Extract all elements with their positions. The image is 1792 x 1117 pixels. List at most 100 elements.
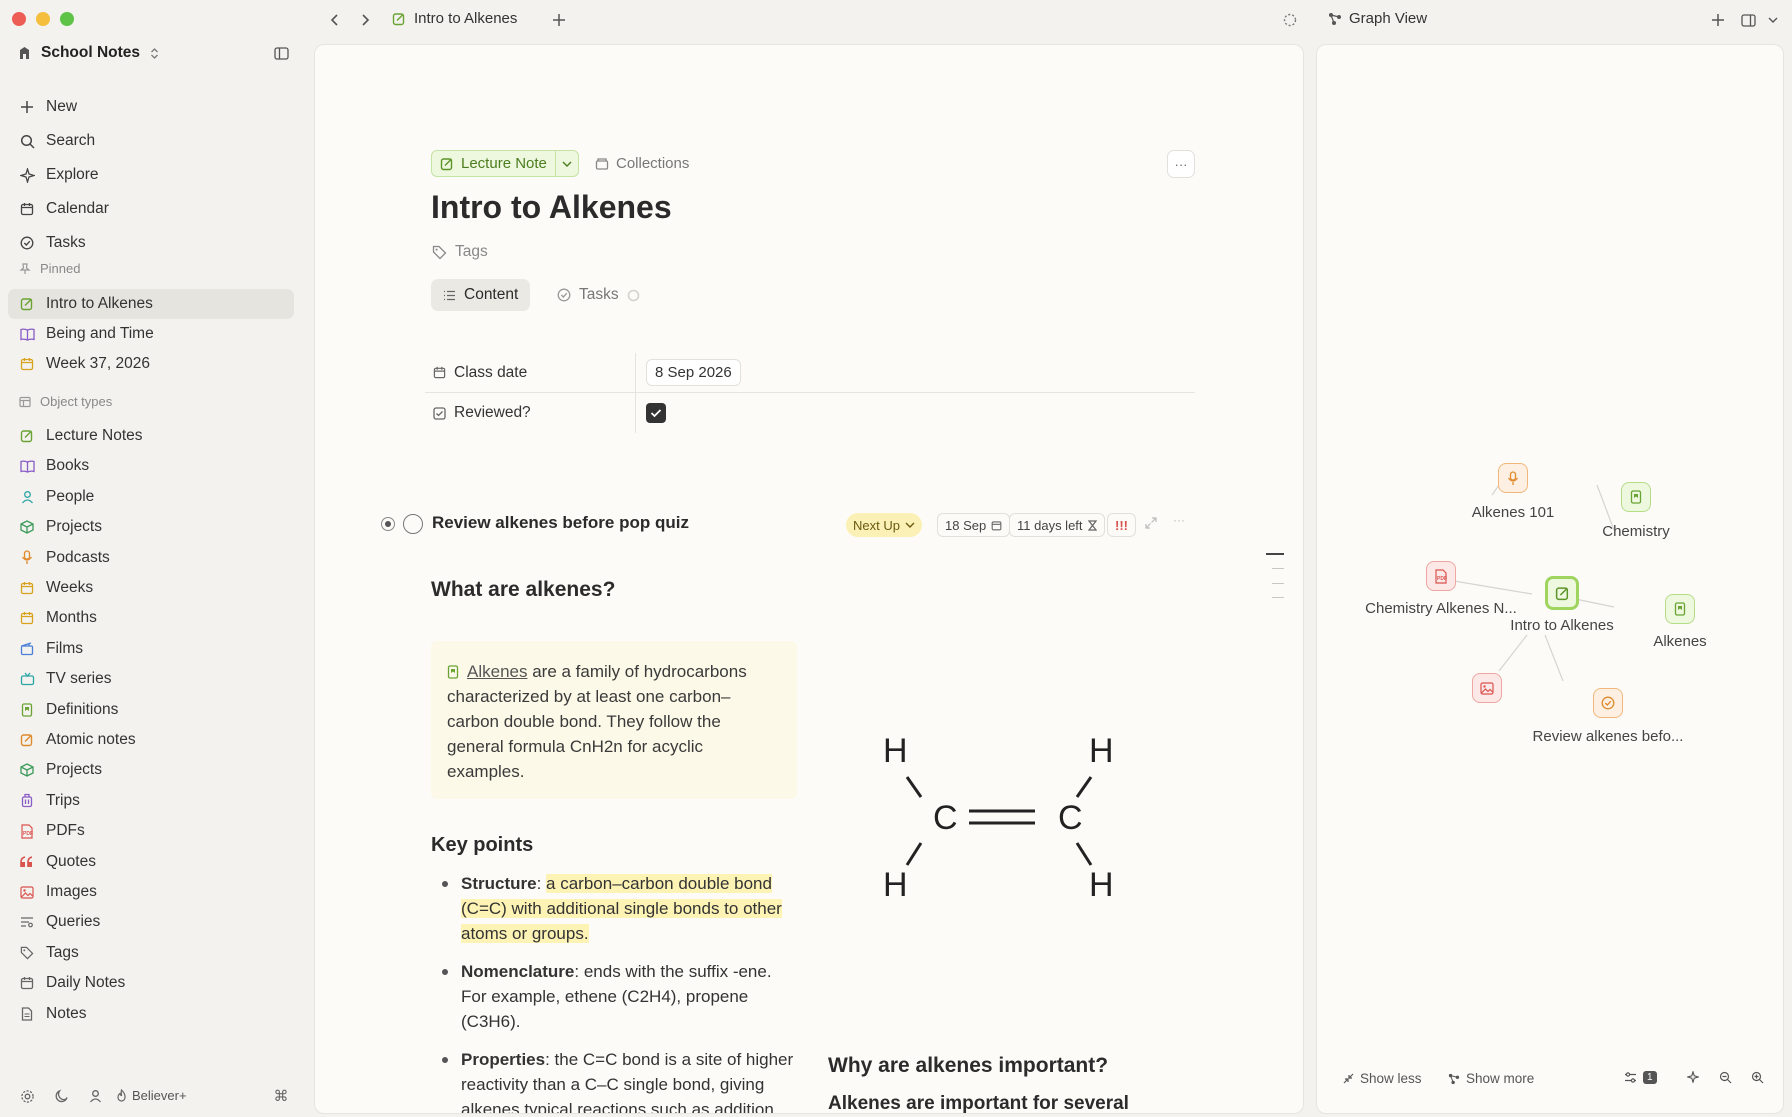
back-button[interactable] bbox=[324, 9, 346, 31]
graph-layout-button[interactable] bbox=[1687, 1071, 1699, 1083]
sidebar-type-tv-series[interactable]: TV series bbox=[8, 664, 294, 694]
account-button[interactable] bbox=[86, 1087, 104, 1105]
sidebar-pinned-being-and-time[interactable]: Being and Time bbox=[8, 319, 294, 349]
outline-marker[interactable] bbox=[1272, 597, 1284, 598]
property-class-date[interactable]: Class date 8 Sep 2026 bbox=[425, 353, 1195, 393]
forward-button[interactable] bbox=[354, 9, 376, 31]
dark-mode-button[interactable] bbox=[53, 1087, 71, 1105]
new-tab-button[interactable] bbox=[548, 9, 570, 31]
task-status-pill[interactable]: Next Up bbox=[846, 513, 922, 537]
graph-node-alkenes[interactable] bbox=[1665, 594, 1695, 624]
workspace-name: School Notes bbox=[41, 44, 141, 61]
type-dropdown-button[interactable] bbox=[556, 159, 578, 169]
task-priority-pill[interactable]: !!! bbox=[1107, 513, 1136, 537]
close-window-button[interactable] bbox=[12, 12, 26, 26]
sliders-icon bbox=[1625, 1072, 1636, 1083]
graph-node-review-task[interactable] bbox=[1593, 688, 1623, 718]
task-drag-handle[interactable] bbox=[381, 517, 395, 531]
tags-field[interactable]: Tags bbox=[432, 243, 488, 261]
collapse-sidebar-button[interactable] bbox=[270, 42, 292, 64]
sidebar-pinned-week-37[interactable]: Week 37, 2026 bbox=[8, 349, 294, 379]
sidebar-type-films[interactable]: Films bbox=[8, 634, 294, 664]
atom-c-right: C bbox=[1058, 799, 1083, 837]
sidebar-pinned-intro-to-alkenes[interactable]: Intro to Alkenes bbox=[8, 289, 294, 319]
show-less-button[interactable]: Show less bbox=[1343, 1071, 1422, 1086]
plus-icon bbox=[19, 99, 35, 115]
zoom-window-button[interactable] bbox=[60, 12, 74, 26]
sidebar-type-projects[interactable]: Projects bbox=[8, 512, 294, 542]
panel-menu-button[interactable] bbox=[1762, 9, 1784, 31]
sidebar-type-people[interactable]: People bbox=[8, 482, 294, 512]
settings-button[interactable] bbox=[18, 1087, 36, 1105]
task-more-button[interactable]: ··· bbox=[1173, 513, 1185, 527]
page-title[interactable]: Intro to Alkenes bbox=[431, 189, 672, 226]
sidebar-type-podcasts[interactable]: Podcasts bbox=[8, 543, 294, 573]
graph-node-image[interactable] bbox=[1472, 673, 1502, 703]
progress-ring-icon bbox=[627, 289, 639, 301]
sidebar-item-new[interactable]: New bbox=[8, 92, 294, 122]
sidebar-type-tags[interactable]: Tags bbox=[8, 938, 294, 968]
expand-icon bbox=[1145, 517, 1157, 529]
sidebar-type-daily-notes[interactable]: Daily Notes bbox=[8, 968, 294, 998]
sidebar-type-weeks[interactable]: Weeks bbox=[8, 573, 294, 603]
graph-node-intro-to-alkenes[interactable] bbox=[1545, 576, 1579, 610]
graph-filters-button[interactable]: 1 bbox=[1624, 1071, 1657, 1084]
heading-what-are-alkenes: What are alkenes? bbox=[431, 578, 616, 601]
alkenes-link[interactable]: Alkenes bbox=[467, 662, 527, 681]
show-more-button[interactable]: Show more bbox=[1448, 1071, 1534, 1086]
sidebar-item-tasks[interactable]: Tasks bbox=[8, 228, 294, 258]
bullet-separator: : bbox=[574, 962, 584, 981]
sidebar-type-books[interactable]: Books bbox=[8, 451, 294, 481]
reviewed-checkbox[interactable] bbox=[646, 403, 666, 423]
sidebar-type-queries[interactable]: Queries bbox=[8, 907, 294, 937]
more-options-button[interactable]: ··· bbox=[1167, 150, 1195, 178]
outline-marker[interactable] bbox=[1266, 553, 1284, 555]
workspace-switcher[interactable]: School Notes bbox=[18, 44, 159, 62]
outline-marker[interactable] bbox=[1272, 568, 1284, 569]
sidebar-type-projects[interactable]: Projects bbox=[8, 755, 294, 785]
class-date-value[interactable]: 8 Sep 2026 bbox=[646, 359, 741, 386]
tags-label: Tags bbox=[455, 243, 488, 260]
task-days-left-pill[interactable]: 11 days left bbox=[1009, 513, 1105, 537]
sidebar-type-quotes[interactable]: Quotes bbox=[8, 847, 294, 877]
zoom-out-button[interactable] bbox=[1719, 1071, 1732, 1084]
sidebar-item-explore[interactable]: Explore bbox=[8, 160, 294, 190]
tab-intro-to-alkenes[interactable]: Intro to Alkenes bbox=[392, 10, 517, 27]
outline-marker[interactable] bbox=[1272, 583, 1284, 584]
sidebar-type-pdfs[interactable]: PDF PDFs bbox=[8, 816, 294, 846]
property-reviewed[interactable]: Reviewed? bbox=[425, 393, 1195, 433]
collections-button[interactable]: Collections bbox=[595, 155, 689, 172]
tab-content[interactable]: Content bbox=[431, 279, 531, 311]
graph-node-alkenes-101[interactable] bbox=[1498, 463, 1528, 493]
object-type-label[interactable]: Lecture Note bbox=[432, 151, 556, 176]
bookmark-icon bbox=[447, 665, 459, 679]
sidebar-type-images[interactable]: Images bbox=[8, 877, 294, 907]
sidebar-item-label: TV series bbox=[46, 670, 112, 688]
sidebar-type-trips[interactable]: Trips bbox=[8, 786, 294, 816]
ellipsis-icon: ··· bbox=[1173, 513, 1185, 527]
zoom-in-button[interactable] bbox=[1751, 1071, 1764, 1084]
toggle-right-panel-button[interactable] bbox=[1737, 9, 1759, 31]
minimize-window-button[interactable] bbox=[36, 12, 50, 26]
tab-tasks[interactable]: Tasks bbox=[545, 279, 652, 311]
graph-node-chemistry-pdf[interactable]: PDF bbox=[1426, 561, 1456, 591]
open-task-button[interactable] bbox=[1145, 517, 1157, 529]
sidebar-item-label: Podcasts bbox=[46, 548, 110, 566]
sidebar-type-lecture-notes[interactable]: Lecture Notes bbox=[8, 421, 294, 451]
book-icon bbox=[19, 458, 35, 474]
task-title[interactable]: Review alkenes before pop quiz bbox=[432, 513, 689, 533]
plan-badge[interactable]: Believer+ bbox=[116, 1088, 187, 1103]
sidebar-type-notes[interactable]: Notes bbox=[8, 999, 294, 1029]
sidebar-type-atomic-notes[interactable]: Atomic notes bbox=[8, 725, 294, 755]
task-due-date-pill[interactable]: 18 Sep bbox=[937, 513, 1011, 537]
task-checkbox[interactable] bbox=[403, 514, 423, 534]
sidebar-type-months[interactable]: Months bbox=[8, 603, 294, 633]
object-type-selector[interactable]: Lecture Note bbox=[431, 150, 579, 177]
sync-status-button[interactable] bbox=[1279, 9, 1301, 31]
sidebar-item-search[interactable]: Search bbox=[8, 126, 294, 156]
command-palette-button[interactable]: ⌘ bbox=[272, 1087, 290, 1105]
sidebar-type-definitions[interactable]: Definitions bbox=[8, 695, 294, 725]
sidebar-item-calendar[interactable]: Calendar bbox=[8, 194, 294, 224]
graph-node-chemistry[interactable] bbox=[1621, 482, 1651, 512]
add-panel-button[interactable] bbox=[1707, 9, 1729, 31]
